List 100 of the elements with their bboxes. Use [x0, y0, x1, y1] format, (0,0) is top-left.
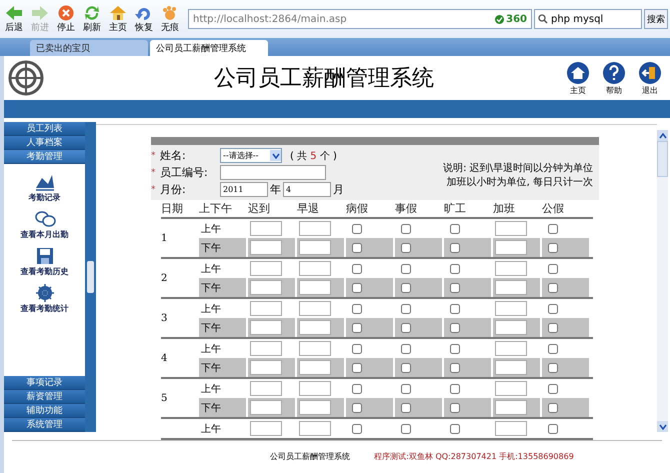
early-leave-field[interactable] — [299, 360, 331, 375]
overtime-field[interactable] — [495, 320, 527, 335]
submenu-item[interactable]: 考勤记录 — [28, 172, 60, 203]
late-minutes-field[interactable] — [250, 381, 282, 396]
leave-checkbox[interactable] — [548, 402, 558, 412]
leave-checkbox[interactable] — [352, 224, 362, 234]
leave-checkbox[interactable] — [548, 304, 558, 314]
late-minutes-field[interactable] — [250, 301, 282, 316]
late-minutes-field[interactable] — [250, 400, 282, 415]
leave-checkbox[interactable] — [401, 242, 411, 252]
leave-checkbox[interactable] — [548, 282, 558, 292]
search-button[interactable]: 搜索 — [644, 9, 668, 29]
submenu-item[interactable]: 查看本月出勤 — [20, 209, 68, 240]
leave-checkbox[interactable] — [401, 304, 411, 314]
search-field[interactable]: php mysql — [534, 9, 642, 29]
leave-checkbox[interactable] — [548, 344, 558, 354]
leave-checkbox[interactable] — [401, 224, 411, 234]
sidebar-menu-header[interactable]: 员工列表 — [4, 122, 85, 136]
leave-checkbox[interactable] — [450, 322, 460, 332]
leave-checkbox[interactable] — [450, 384, 460, 394]
sidebar-menu-header[interactable]: 薪资管理 — [4, 390, 85, 404]
leave-checkbox[interactable] — [450, 362, 460, 372]
leave-checkbox[interactable] — [401, 362, 411, 372]
scroll-down-button[interactable] — [657, 421, 668, 432]
overtime-field[interactable] — [495, 381, 527, 396]
employee-id-field[interactable] — [220, 165, 326, 180]
early-leave-field[interactable] — [299, 261, 331, 276]
leave-checkbox[interactable] — [352, 282, 362, 292]
late-minutes-field[interactable] — [250, 280, 282, 295]
early-leave-field[interactable] — [299, 320, 331, 335]
collapse-handle[interactable] — [87, 261, 94, 293]
toolbar-button[interactable]: 后退 — [2, 4, 26, 34]
sidebar-menu-header[interactable]: 系统管理 — [4, 418, 85, 432]
overtime-field[interactable] — [495, 341, 527, 356]
leave-checkbox[interactable] — [450, 424, 460, 434]
overtime-field[interactable] — [495, 301, 527, 316]
early-leave-field[interactable] — [299, 381, 331, 396]
submenu-item[interactable]: 查看考勤历史 — [20, 246, 68, 277]
leave-checkbox[interactable] — [352, 304, 362, 314]
browser-tab[interactable]: 已卖出的宝贝 — [30, 40, 148, 56]
early-leave-field[interactable] — [299, 221, 331, 236]
leave-checkbox[interactable] — [548, 362, 558, 372]
browser-tab[interactable]: 公司员工薪酬管理系统 — [150, 40, 268, 56]
early-leave-field[interactable] — [299, 301, 331, 316]
toolbar-button[interactable]: 刷新 — [80, 4, 104, 34]
leave-checkbox[interactable] — [450, 224, 460, 234]
leave-checkbox[interactable] — [450, 264, 460, 274]
leave-checkbox[interactable] — [352, 362, 362, 372]
early-leave-field[interactable] — [299, 421, 331, 436]
leave-checkbox[interactable] — [352, 322, 362, 332]
overtime-field[interactable] — [495, 400, 527, 415]
late-minutes-field[interactable] — [250, 341, 282, 356]
overtime-field[interactable] — [495, 360, 527, 375]
overtime-field[interactable] — [495, 240, 527, 255]
leave-checkbox[interactable] — [401, 264, 411, 274]
late-minutes-field[interactable] — [250, 221, 282, 236]
leave-checkbox[interactable] — [548, 384, 558, 394]
late-minutes-field[interactable] — [250, 360, 282, 375]
leave-checkbox[interactable] — [352, 344, 362, 354]
leave-checkbox[interactable] — [450, 344, 460, 354]
sidebar-menu-header[interactable]: 事项记录 — [4, 376, 85, 390]
overtime-field[interactable] — [495, 280, 527, 295]
leave-checkbox[interactable] — [450, 304, 460, 314]
leave-checkbox[interactable] — [401, 344, 411, 354]
leave-checkbox[interactable] — [548, 424, 558, 434]
toolbar-button[interactable]: 主页 — [106, 4, 130, 34]
overtime-field[interactable] — [495, 221, 527, 236]
header-action-button[interactable]: 主页 — [564, 60, 592, 96]
leave-checkbox[interactable] — [352, 424, 362, 434]
sidebar-menu-header[interactable]: 考勤管理 — [4, 150, 85, 164]
scrollbar[interactable] — [657, 130, 668, 432]
late-minutes-field[interactable] — [250, 421, 282, 436]
toolbar-button[interactable]: 停止 — [54, 4, 78, 34]
leave-checkbox[interactable] — [548, 322, 558, 332]
leave-checkbox[interactable] — [450, 242, 460, 252]
early-leave-field[interactable] — [299, 400, 331, 415]
submenu-item[interactable]: 查看考勤统计 — [20, 283, 68, 314]
toolbar-button[interactable]: 无痕 — [158, 4, 182, 34]
leave-checkbox[interactable] — [401, 322, 411, 332]
overtime-field[interactable] — [495, 421, 527, 436]
leave-checkbox[interactable] — [450, 282, 460, 292]
sidebar-menu-header[interactable]: 人事档案 — [4, 136, 85, 150]
header-action-button[interactable]: 帮助 — [600, 60, 628, 96]
leave-checkbox[interactable] — [548, 242, 558, 252]
leave-checkbox[interactable] — [352, 384, 362, 394]
scroll-up-button[interactable] — [657, 130, 668, 141]
address-bar[interactable]: http://localhost:2864/main.asp 360 — [188, 9, 532, 29]
early-leave-field[interactable] — [299, 240, 331, 255]
header-action-button[interactable]: 退出 — [636, 60, 664, 96]
late-minutes-field[interactable] — [250, 320, 282, 335]
early-leave-field[interactable] — [299, 341, 331, 356]
leave-checkbox[interactable] — [401, 384, 411, 394]
leave-checkbox[interactable] — [548, 264, 558, 274]
leave-checkbox[interactable] — [450, 402, 460, 412]
month-field[interactable]: 4 — [283, 182, 331, 197]
leave-checkbox[interactable] — [548, 224, 558, 234]
name-dropdown[interactable]: --请选择-- — [220, 148, 282, 163]
overtime-field[interactable] — [495, 261, 527, 276]
late-minutes-field[interactable] — [250, 240, 282, 255]
scroll-thumb[interactable] — [657, 141, 668, 177]
